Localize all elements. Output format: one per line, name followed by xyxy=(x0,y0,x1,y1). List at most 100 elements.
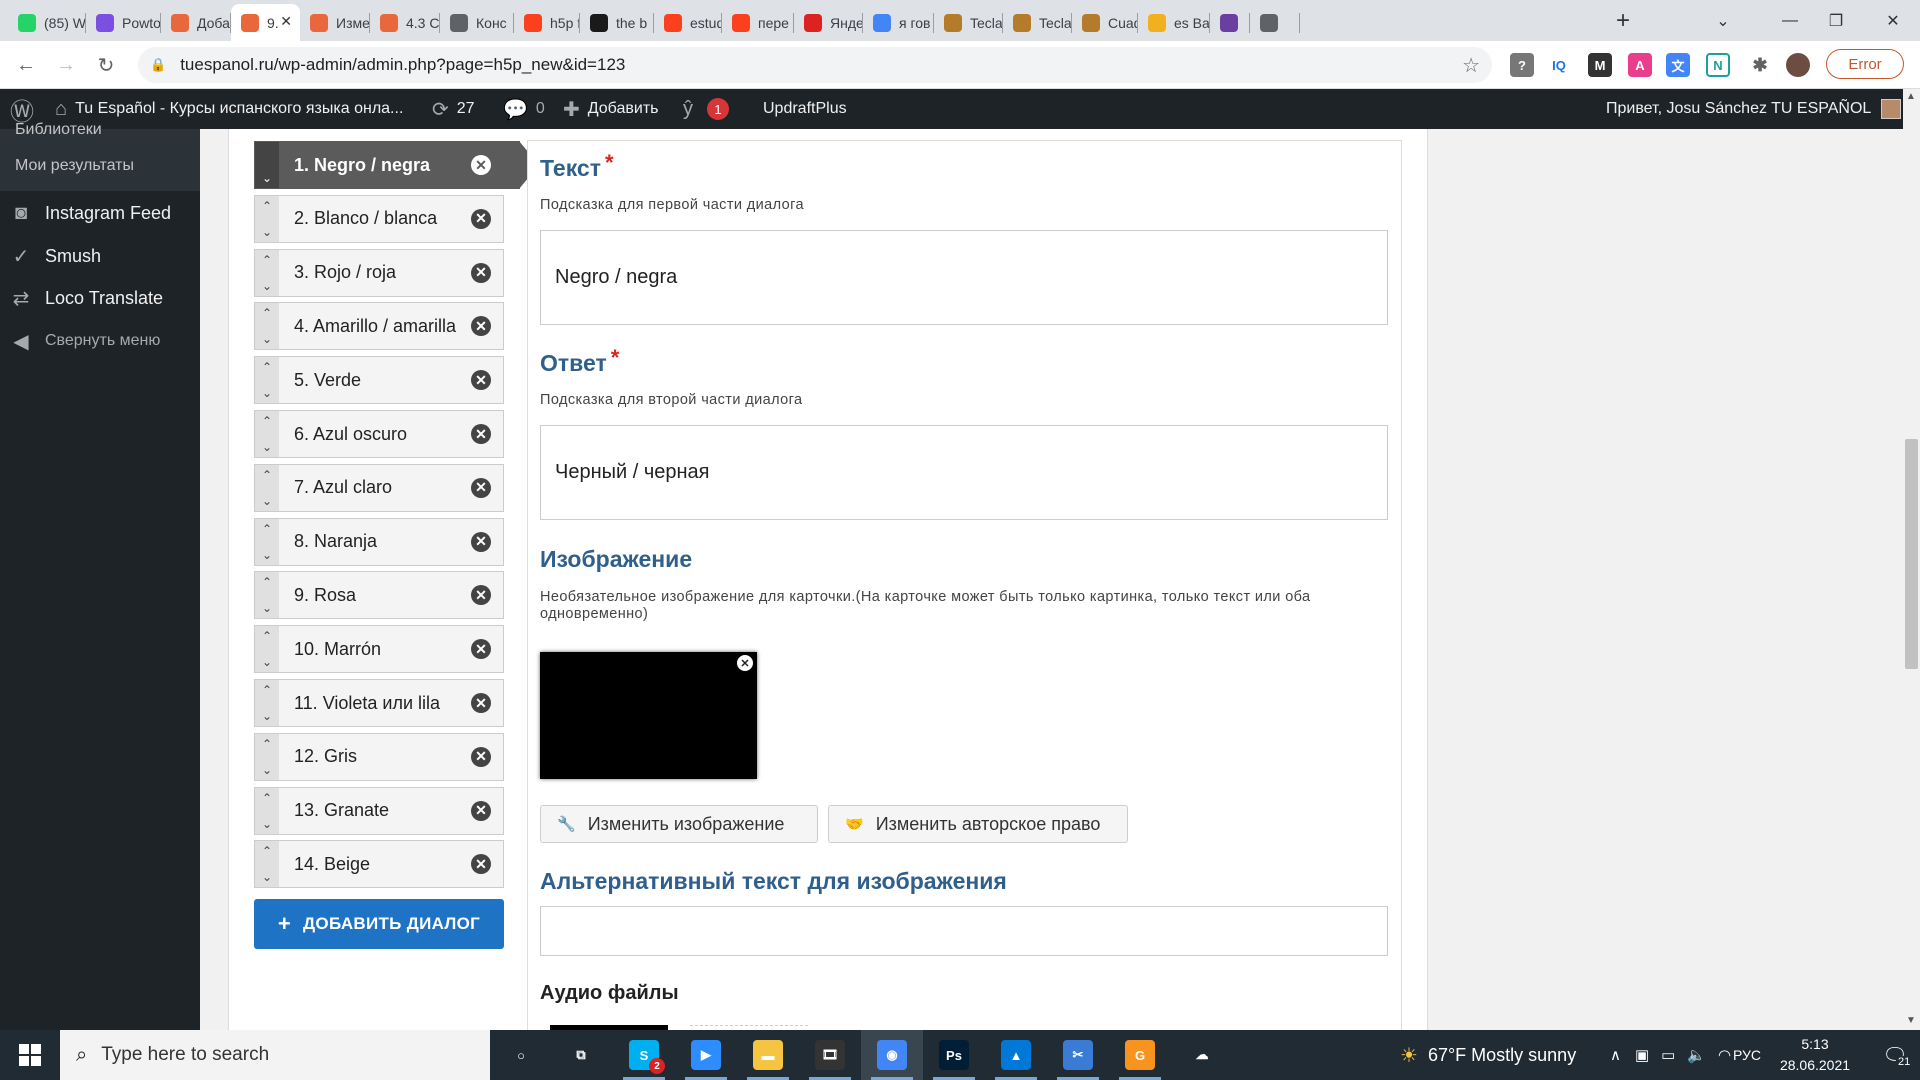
remove-dialog-icon[interactable]: ✕ xyxy=(471,693,491,713)
start-button[interactable] xyxy=(0,1030,60,1080)
translate-extension-icon[interactable]: 文 xyxy=(1666,53,1690,77)
page-scrollbar[interactable]: ▲ ▼ xyxy=(1903,89,1920,1030)
extensions-puzzle-icon[interactable]: ✱ xyxy=(1748,53,1772,77)
minimize-button[interactable]: — xyxy=(1767,0,1813,41)
photos-taskbar-button[interactable]: ▲ xyxy=(985,1030,1047,1080)
reorder-handle[interactable]: ⌃ ⌄ xyxy=(255,841,279,888)
reorder-handle[interactable]: ⌃ ⌄ xyxy=(255,303,279,350)
reorder-handle[interactable]: ⌃ ⌄ xyxy=(255,195,279,242)
chevron-down-icon[interactable]: ⌄ xyxy=(262,548,272,562)
menu-item-loco-translate[interactable]: ⇄ Loco Translate xyxy=(0,277,200,319)
chevron-down-icon[interactable]: ⌄ xyxy=(262,763,272,777)
remove-dialog-icon[interactable]: ✕ xyxy=(471,208,491,229)
dialog-item[interactable]: ⌃ ⌄ 13. Granate ✕ xyxy=(254,786,504,835)
dialog-item[interactable]: ⌃ ⌄ 7. Azul claro ✕ xyxy=(254,463,504,512)
dialog-item[interactable]: ⌄ 1. Negro / negra ✕ xyxy=(254,141,539,189)
yoast-link[interactable]: ŷ 1 xyxy=(683,89,729,129)
alt-text-input[interactable] xyxy=(540,906,1388,956)
browser-tab[interactable]: estud xyxy=(654,4,722,41)
profile-avatar-icon[interactable] xyxy=(1786,53,1810,77)
chevron-down-icon[interactable]: ⌄ xyxy=(262,386,272,400)
bookmark-star-icon[interactable]: ☆ xyxy=(1462,53,1480,78)
language-indicator[interactable]: РУС xyxy=(1733,1030,1761,1080)
account-menu[interactable]: Привет, Josu Sánchez TU ESPAÑOL xyxy=(1606,89,1902,129)
snipping-taskbar-button[interactable]: ✂ xyxy=(1047,1030,1109,1080)
dialog-item[interactable]: ⌃ ⌄ 5. Verde ✕ xyxy=(254,356,504,405)
reorder-handle[interactable]: ⌃ ⌄ xyxy=(255,572,279,619)
dialog-item[interactable]: ⌃ ⌄ 10. Marrón ✕ xyxy=(254,625,504,674)
chevron-up-icon[interactable]: ⌃ xyxy=(262,575,272,589)
browser-tab[interactable]: Teclas xyxy=(1003,4,1072,41)
meet-now-icon[interactable]: ▣ xyxy=(1635,1046,1649,1064)
remove-dialog-icon[interactable]: ✕ xyxy=(471,370,491,391)
chevron-down-icon[interactable]: ⌄ xyxy=(262,494,272,508)
url-text[interactable]: tuespanol.ru/wp-admin/admin.php?page=h5p… xyxy=(180,55,625,75)
chevron-down-icon[interactable]: ⌄ xyxy=(262,709,272,723)
chevron-down-icon[interactable]: ⌄ xyxy=(262,332,272,346)
file-explorer-taskbar-button[interactable]: ▬ xyxy=(737,1030,799,1080)
a-extension-icon[interactable]: A xyxy=(1628,53,1652,77)
n-extension-icon[interactable]: N xyxy=(1706,53,1730,77)
browser-tab[interactable]: 4.3 Cr xyxy=(370,4,440,41)
chevron-up-icon[interactable]: ⌃ xyxy=(262,306,272,320)
remove-dialog-icon[interactable]: ✕ xyxy=(471,854,491,875)
browser-tab[interactable]: Изме xyxy=(300,4,370,41)
menu-item-instagram-feed[interactable]: ◙ Instagram Feed xyxy=(0,192,200,234)
updraftplus-link[interactable]: UpdraftPlus xyxy=(763,89,847,129)
updates-link[interactable]: ⟳ 27 xyxy=(432,89,475,129)
dialog-item[interactable]: ⌃ ⌄ 12. Gris ✕ xyxy=(254,732,504,781)
dialog-item[interactable]: ⌃ ⌄ 4. Amarillo / amarilla ✕ xyxy=(254,302,504,351)
iq-extension-icon[interactable]: IQ xyxy=(1547,53,1571,77)
site-name-link[interactable]: ⌂ Tu Español - Курсы испанского языка он… xyxy=(55,89,403,129)
taskbar-search-box[interactable]: ⌕ Type here to search xyxy=(60,1030,490,1080)
tray-icons[interactable]: ∧ ▣ ▭ 🔈 ◠ xyxy=(1610,1030,1743,1080)
reload-button[interactable]: ↻ xyxy=(92,51,120,79)
dialog-item[interactable]: ⌃ ⌄ 3. Rojo / roja ✕ xyxy=(254,248,504,297)
clock[interactable]: 5:13 28.06.2021 xyxy=(1770,1034,1860,1076)
onedrive-taskbar-button[interactable]: ☁ xyxy=(1171,1030,1233,1080)
chevron-down-icon[interactable]: ⌄ xyxy=(262,817,272,831)
answer-input[interactable]: Черный / черная xyxy=(540,425,1388,520)
volume-icon[interactable]: 🔈 xyxy=(1687,1046,1706,1064)
error-button[interactable]: Error xyxy=(1826,49,1904,79)
skype-taskbar-button[interactable]: S2 xyxy=(613,1030,675,1080)
browser-tab[interactable]: Доба xyxy=(161,4,231,41)
reorder-handle[interactable]: ⌃ ⌄ xyxy=(255,733,279,780)
dialog-item[interactable]: ⌃ ⌄ 9. Rosa ✕ xyxy=(254,571,504,620)
chevron-up-icon[interactable]: ∧ xyxy=(1610,1046,1621,1064)
reorder-handle[interactable]: ⌃ ⌄ xyxy=(255,626,279,673)
browser-tab[interactable]: Powto xyxy=(86,4,161,41)
remove-dialog-icon[interactable]: ✕ xyxy=(471,639,491,660)
reorder-handle[interactable]: ⌃ ⌄ xyxy=(255,518,279,565)
dialog-item[interactable]: ⌃ ⌄ 6. Azul oscuro ✕ xyxy=(254,410,504,458)
zoom-taskbar-button[interactable]: ▶ xyxy=(675,1030,737,1080)
remove-dialog-icon[interactable]: ✕ xyxy=(471,746,491,767)
close-window-button[interactable]: ✕ xyxy=(1870,0,1916,41)
remove-dialog-icon[interactable]: ✕ xyxy=(471,155,491,175)
chevron-up-icon[interactable]: ⌃ xyxy=(262,522,272,536)
remove-dialog-icon[interactable]: ✕ xyxy=(471,477,491,498)
submenu-libraries[interactable]: Библиотеки xyxy=(15,121,102,139)
scroll-up-arrow[interactable]: ▲ xyxy=(1906,91,1916,102)
chevron-down-icon[interactable]: ⌄ xyxy=(262,171,272,185)
movies-taskbar-button[interactable]: 🎞 xyxy=(799,1030,861,1080)
browser-tab[interactable]: (85) W xyxy=(8,4,86,41)
maximize-button[interactable]: ❐ xyxy=(1813,0,1859,41)
reorder-handle[interactable]: ⌃ ⌄ xyxy=(255,357,279,404)
image-thumbnail[interactable]: ✕ xyxy=(540,652,757,779)
chevron-up-icon[interactable]: ⌃ xyxy=(262,414,272,428)
scroll-down-arrow[interactable]: ▼ xyxy=(1906,1015,1916,1026)
browser-tab[interactable]: 9. ✕ xyxy=(231,4,300,41)
chevron-down-icon[interactable]: ⌄ xyxy=(262,279,272,293)
chevron-up-icon[interactable]: ⌃ xyxy=(262,791,272,805)
browser-tab[interactable]: Teclas xyxy=(934,4,1003,41)
new-tab-button[interactable]: + xyxy=(1600,0,1646,41)
chevron-up-icon[interactable]: ⌃ xyxy=(262,683,272,697)
chevron-down-icon[interactable]: ⌄ xyxy=(262,655,272,669)
scrollbar-thumb[interactable] xyxy=(1905,439,1918,669)
help-extension-icon[interactable]: ? xyxy=(1510,53,1534,77)
cortana-taskbar-button[interactable]: ○ xyxy=(490,1030,552,1080)
remove-dialog-icon[interactable]: ✕ xyxy=(471,585,491,606)
back-button[interactable]: ← xyxy=(12,51,40,79)
remove-dialog-icon[interactable]: ✕ xyxy=(471,531,491,552)
